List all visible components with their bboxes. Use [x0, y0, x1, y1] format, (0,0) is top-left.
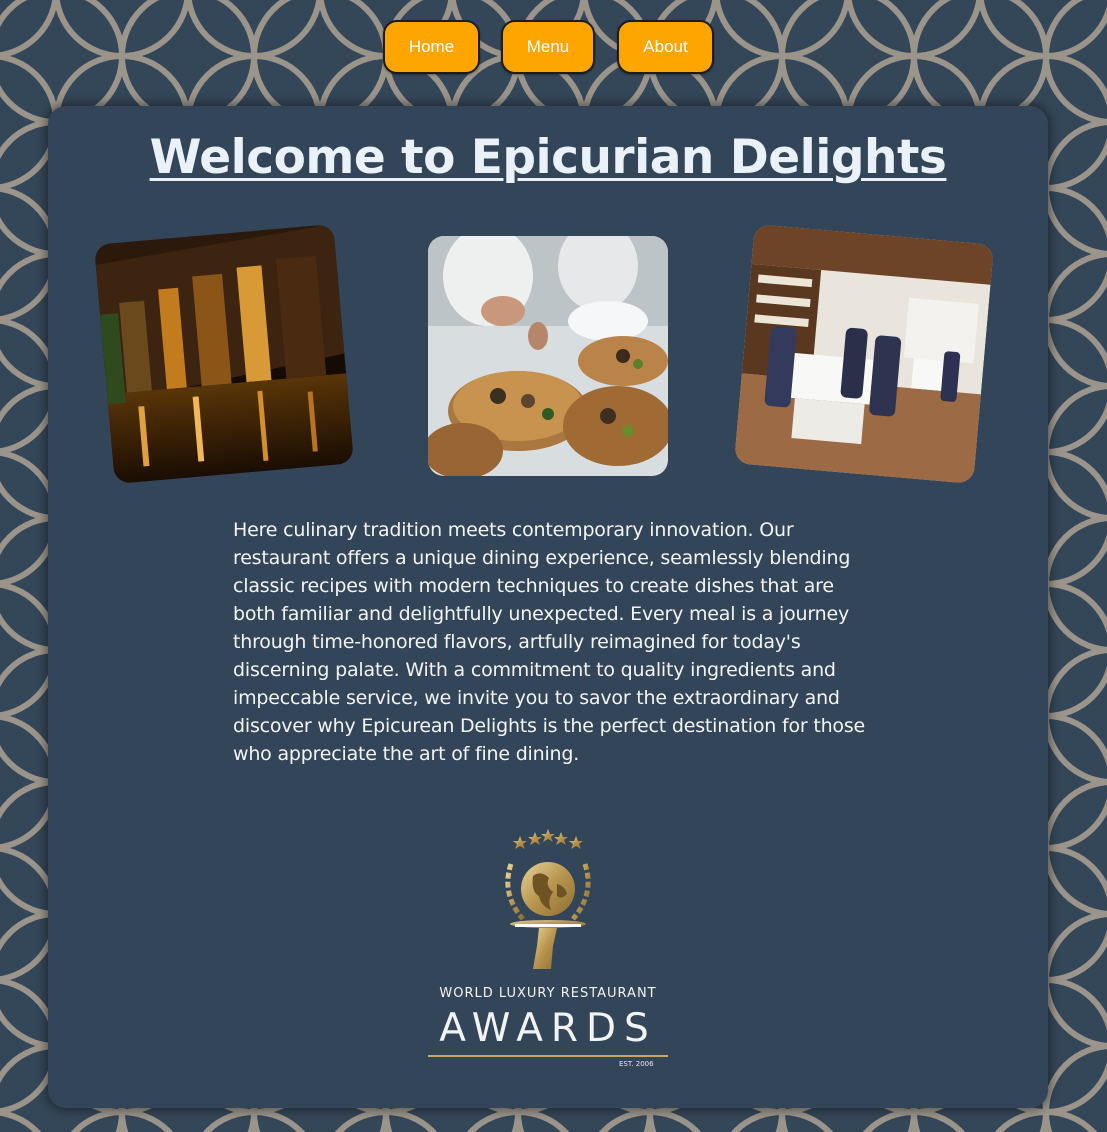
- award-established-text: EST. 2006: [619, 1060, 654, 1068]
- award-emblem-icon: [505, 829, 591, 969]
- page-title: Welcome to Epicurian Delights: [149, 130, 947, 185]
- dining-room-photo: [733, 223, 995, 485]
- nav-about-button[interactable]: About: [617, 20, 714, 74]
- award-title-line: WORLD LUXURY RESTAURANT: [439, 986, 657, 1001]
- top-navigation: Home Menu About: [0, 20, 1107, 76]
- nav-menu-button[interactable]: Menu: [501, 20, 595, 74]
- award-divider: [428, 1055, 668, 1057]
- award-awards-text: AWARDS: [439, 1006, 657, 1051]
- world-luxury-restaurant-awards-logo: WORLD LUXURY RESTAURANT AWARDS EST. 2006: [423, 824, 673, 1074]
- bar-interior-photo: [93, 223, 355, 485]
- main-content-panel: Welcome to Epicurian Delights Here culin…: [48, 106, 1048, 1108]
- restaurant-description: Here culinary tradition meets contempora…: [233, 519, 866, 765]
- nav-home-button[interactable]: Home: [383, 20, 480, 74]
- plated-dishes-photo: [428, 236, 668, 476]
